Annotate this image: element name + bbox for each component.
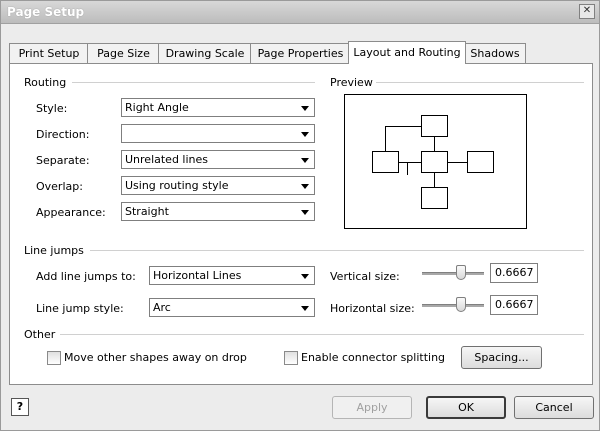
close-button[interactable]: ✕ (579, 4, 595, 19)
preview-top-shape (421, 115, 448, 137)
preview-right-shape (467, 151, 494, 173)
other-heading: Other (24, 328, 56, 341)
apply-button[interactable]: Apply (332, 396, 412, 419)
add-line-jumps-label: Add line jumps to: (36, 270, 136, 283)
chevron-down-icon (301, 158, 309, 163)
horizontal-size-label: Horizontal size: (330, 302, 415, 315)
horizontal-size-input[interactable]: 0.6667 (490, 295, 538, 315)
cancel-button[interactable]: Cancel (514, 396, 594, 419)
slider-thumb[interactable] (456, 265, 466, 280)
tab-label: Print Setup (18, 47, 80, 60)
title-bar[interactable]: Page Setup ✕ (1, 1, 599, 24)
separate-label: Separate: (36, 154, 90, 167)
line-jump-style-dropdown[interactable]: Arc (149, 298, 315, 317)
overlap-dropdown[interactable]: Using routing style (121, 176, 315, 195)
line-jumps-divider (90, 250, 584, 251)
connector-splitting-label: Enable connector splitting (301, 351, 446, 364)
preview-connector (399, 162, 421, 163)
tab-label: Shadows (470, 47, 520, 60)
slider-track (422, 272, 484, 275)
preview-connector (434, 137, 435, 151)
preview-connector (385, 126, 421, 127)
chevron-down-icon (301, 132, 309, 137)
chevron-down-icon (301, 184, 309, 189)
add-line-jumps-dropdown[interactable]: Horizontal Lines (149, 266, 315, 285)
vertical-size-label: Vertical size: (330, 270, 400, 283)
preview-connector (385, 126, 386, 151)
tab-page-size[interactable]: Page Size (87, 43, 160, 63)
ok-button[interactable]: OK (426, 396, 506, 419)
help-button[interactable]: ? (11, 398, 29, 416)
separate-dropdown[interactable]: Unrelated lines (121, 150, 315, 169)
appearance-dropdown[interactable]: Straight (121, 202, 315, 221)
overlap-value: Using routing style (125, 179, 229, 192)
tab-label: Page Size (97, 47, 150, 60)
chevron-down-icon (301, 306, 309, 311)
chevron-down-icon (301, 210, 309, 215)
appearance-value: Straight (125, 205, 169, 218)
tab-label: Drawing Scale (165, 47, 245, 60)
overlap-label: Overlap: (36, 180, 83, 193)
tab-shadows[interactable]: Shadows (464, 43, 526, 63)
routing-heading: Routing (24, 76, 67, 89)
line-jump-style-value: Arc (153, 301, 171, 314)
tab-print-setup[interactable]: Print Setup (9, 43, 89, 63)
vertical-size-input[interactable]: 0.6667 (490, 263, 538, 283)
spacing-button[interactable]: Spacing... (461, 346, 542, 369)
direction-label: Direction: (36, 128, 90, 141)
help-icon: ? (16, 400, 24, 413)
style-label: Style: (36, 102, 68, 115)
preview-connector (434, 173, 435, 187)
close-icon: ✕ (582, 5, 592, 16)
preview-center-shape (421, 151, 448, 173)
routing-divider (72, 82, 315, 83)
page-setup-dialog: Page Setup ✕ Print Setup Page Size Drawi… (0, 0, 600, 431)
slider-track (422, 304, 484, 307)
slider-thumb[interactable] (456, 297, 466, 312)
preview-heading: Preview (330, 76, 373, 89)
vertical-size-slider[interactable] (422, 263, 484, 283)
other-divider (60, 334, 584, 335)
connector-splitting-checkbox[interactable]: Enable connector splitting (284, 351, 454, 365)
style-dropdown[interactable]: Right Angle (121, 98, 315, 117)
preview-bottom-shape (421, 187, 448, 209)
tab-drawing-scale[interactable]: Drawing Scale (158, 43, 252, 63)
horizontal-size-slider[interactable] (422, 295, 484, 315)
appearance-label: Appearance: (36, 206, 106, 219)
checkbox-box (47, 351, 61, 365)
chevron-down-icon (301, 106, 309, 111)
line-jumps-heading: Line jumps (24, 244, 84, 257)
line-jump-style-label: Line jump style: (36, 302, 124, 315)
direction-dropdown[interactable] (121, 124, 315, 143)
move-shapes-label: Move other shapes away on drop (64, 351, 247, 364)
separate-value: Unrelated lines (125, 153, 209, 166)
preview-divider (376, 82, 584, 83)
preview-connector (407, 162, 408, 175)
routing-preview (344, 94, 527, 229)
preview-connector (448, 162, 467, 163)
move-shapes-checkbox[interactable]: Move other shapes away on drop (47, 351, 267, 365)
checkbox-box (284, 351, 298, 365)
style-value: Right Angle (125, 101, 189, 114)
add-line-jumps-value: Horizontal Lines (153, 269, 242, 282)
tab-label: Page Properties (257, 47, 344, 60)
tab-page-properties[interactable]: Page Properties (250, 43, 351, 63)
tab-panel-layout-routing: Routing Style: Right Angle Direction: Se… (9, 63, 593, 385)
preview-left-shape (372, 151, 399, 173)
window-title: Page Setup (7, 5, 85, 19)
tab-label: Layout and Routing (353, 46, 461, 59)
chevron-down-icon (301, 274, 309, 279)
tab-layout-and-routing[interactable]: Layout and Routing (348, 41, 466, 64)
